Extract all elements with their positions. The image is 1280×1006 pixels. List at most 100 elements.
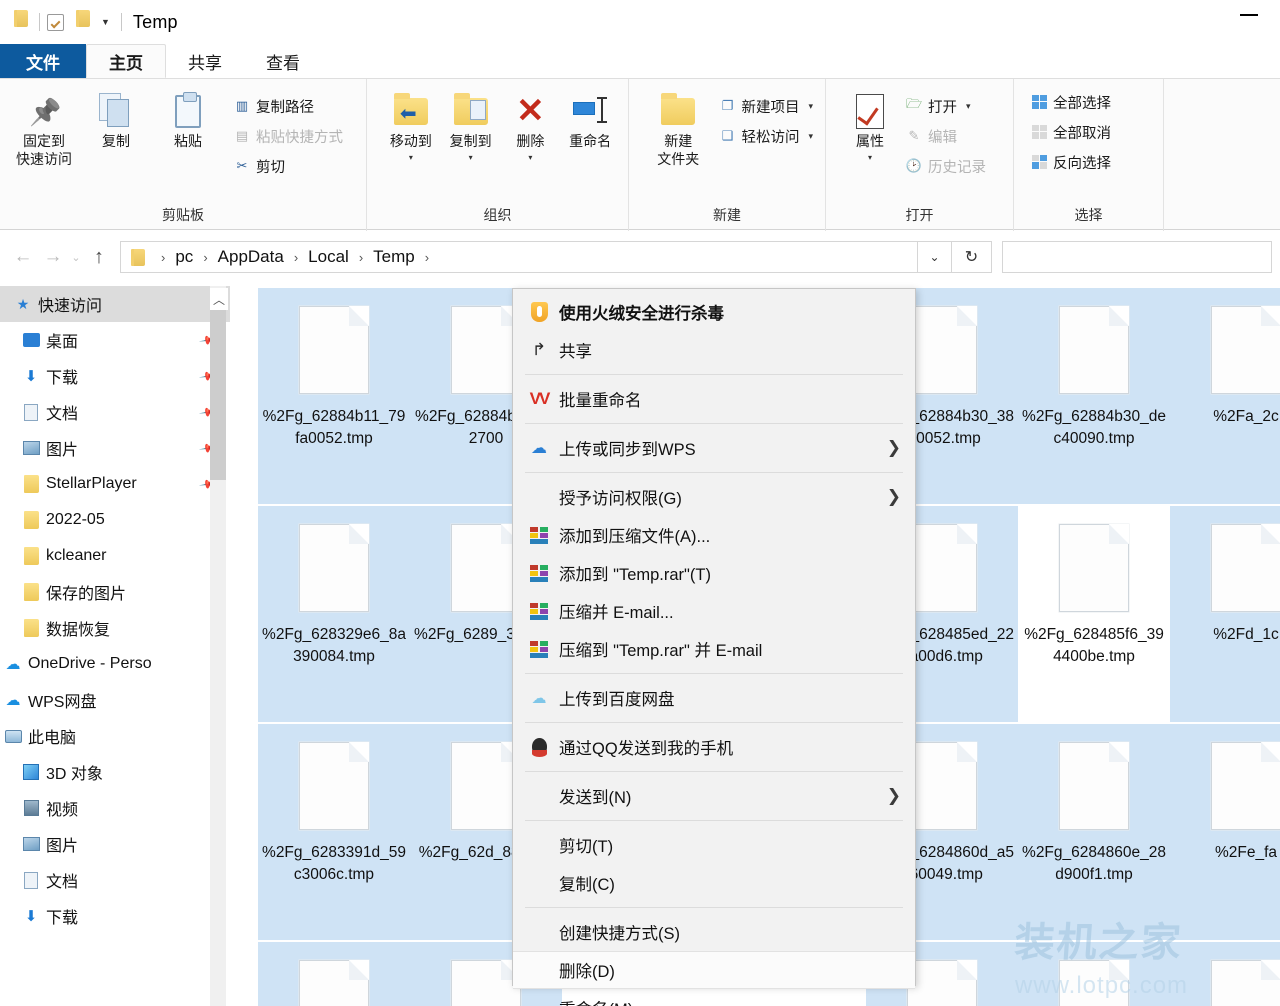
context-menu-item-2[interactable]: VV 批量重命名 [513,380,915,418]
cut-button[interactable]: ✂ 剪切 [230,151,347,181]
sidebar-item-7[interactable]: kcleaner [0,538,230,574]
easy-access-button[interactable]: ❑ 轻松访问 ▾ [715,121,817,151]
file-tile-partial[interactable] [1170,942,1280,1006]
sidebar-item-8[interactable]: 保存的图片 [0,574,230,610]
chevron-down-icon[interactable]: ▾ [808,101,813,112]
copy-button[interactable]: 复制 [80,85,152,151]
context-menu-item-3[interactable]: ☁ 上传或同步到WPS ❯ [513,429,915,467]
chevron-down-icon-2[interactable]: ▾ [469,153,473,163]
move-to-button[interactable]: ⬅ 移动到 ▾ [381,85,441,163]
new-item-button[interactable]: ❐ 新建项目 ▾ [715,91,817,121]
context-menu-item-16[interactable]: 重命名(M) [513,989,915,1006]
file-tile[interactable]: %2Fd_1c [1170,506,1280,722]
context-menu-item-14[interactable]: 创建快捷方式(S) [513,913,915,951]
sidebar-item-10[interactable]: ☁ OneDrive - Perso [0,646,230,682]
chevron-down-icon-2[interactable]: ▾ [966,101,971,112]
properties-button[interactable]: 属性 ▾ [840,85,900,163]
sidebar-item-4[interactable]: 图片 📌 [0,430,230,466]
chevron-right-icon[interactable]: ❯ [887,786,901,806]
sidebar-item-2[interactable]: ⬇ 下载 📌 [0,358,230,394]
context-menu-item-9[interactable]: ☁ 上传到百度网盘 [513,679,915,717]
breadcrumb-item-temp[interactable]: Temp [371,247,417,267]
up-button[interactable]: ↑ [84,242,114,272]
pin-to-quick-access-button[interactable]: 固定到 快速访问 [8,85,80,168]
breadcrumb[interactable]: › pc › AppData › Local › Temp › [120,241,918,273]
file-tile[interactable]: %2Fg_62884b11_79fa0052.tmp [258,288,410,504]
file-tile[interactable]: %2Fg_628329e6_8a390084.tmp [258,506,410,722]
file-tile-partial[interactable] [1018,942,1170,1006]
minimize-button[interactable] [1240,14,1258,16]
paste-button[interactable]: 粘贴 [152,85,224,151]
sidebar-item-5[interactable]: StellarPlayer 📌 [0,466,230,502]
context-menu-item-6[interactable]: 添加到 "Temp.rar"(T) [513,554,915,592]
file-tile[interactable]: %2Fg_62884b30_dec40090.tmp [1018,288,1170,504]
select-all-button[interactable]: 全部选择 [1028,87,1115,117]
sidebar-item-6[interactable]: 2022-05 [0,502,230,538]
sidebar-item-9[interactable]: 数据恢复 [0,610,230,646]
sidebar-item-13[interactable]: 3D 对象 [0,754,230,790]
breadcrumb-item-pc[interactable]: pc [173,247,195,267]
breadcrumb-item-local[interactable]: Local [306,247,351,267]
tab-share[interactable]: 共享 [166,44,244,78]
context-menu-item-4[interactable]: 授予访问权限(G) ❯ [513,478,915,516]
rename-button[interactable]: 重命名 [560,85,620,151]
copy-to-button[interactable]: 复制到 ▾ [441,85,501,163]
sidebar-item-15[interactable]: 图片 [0,826,230,862]
file-tile[interactable]: %2Fa_2c [1170,288,1280,504]
context-menu-item-13[interactable]: 复制(C) [513,864,915,902]
breadcrumb-item-appdata[interactable]: AppData [216,247,286,267]
sidebar-item-0[interactable]: ★ 快速访问 [0,286,230,322]
sidebar-item-17[interactable]: ⬇ 下载 [0,898,230,934]
edit-button[interactable]: ✎ 编辑 [902,121,990,151]
context-menu[interactable]: 使用火绒安全进行杀毒 ↱ 共享 VV 批量重命名 ☁ 上传或同步到WPS ❯ 授予访问权限(G)… [512,288,916,1006]
context-menu-item-10[interactable]: 通过QQ发送到我的手机 [513,728,915,766]
tab-file[interactable]: 文件 [0,44,86,78]
sidebar-item-12[interactable]: 此电脑 [0,718,230,754]
file-tile[interactable]: %2Fg_628485f6_394400be.tmp [1018,506,1170,722]
sidebar-item-14[interactable]: 视频 [0,790,230,826]
file-tile[interactable]: %2Fg_6283391d_59c3006c.tmp [258,724,410,940]
open-button[interactable]: 🗁 打开 ▾ [902,91,990,121]
copy-path-button[interactable]: ▥ 复制路径 [230,91,347,121]
back-button[interactable]: ← [8,242,38,272]
invert-selection-button[interactable]: 反向选择 [1028,147,1115,177]
context-menu-item-12[interactable]: 剪切(T) [513,826,915,864]
file-tile-partial[interactable] [258,942,410,1006]
paste-shortcut-button[interactable]: ▤ 粘贴快捷方式 [230,121,347,151]
sidebar-item-11[interactable]: ☁ WPS网盘 [0,682,230,718]
context-menu-item-15[interactable]: 删除(D) [513,951,915,989]
delete-button[interactable]: ✕ 删除 ▾ [501,85,561,163]
chevron-down-icon[interactable]: ▾ [409,153,413,163]
history-button[interactable]: 🕑 历史记录 [902,151,990,181]
sidebar-item-1[interactable]: 桌面 📌 [0,322,230,358]
refresh-button[interactable]: ↻ [952,241,992,273]
chevron-right-icon[interactable]: ❯ [887,487,901,507]
tab-home[interactable]: 主页 [86,44,166,78]
file-tile[interactable]: %2Fe_fa [1170,724,1280,940]
folder-icon-2[interactable] [72,10,94,34]
forward-button[interactable]: → [38,242,68,272]
context-menu-item-8[interactable]: 压缩到 "Temp.rar" 并 E-mail [513,630,915,668]
file-tile[interactable]: %2Fg_6284860e_28d900f1.tmp [1018,724,1170,940]
tab-view[interactable]: 查看 [244,44,322,78]
chevron-down-icon[interactable]: ▾ [868,153,872,163]
chevron-down-icon-2[interactable]: ▾ [808,131,813,142]
chevron-right-icon[interactable]: ❯ [887,438,901,458]
checkbox-icon[interactable] [47,13,64,31]
chevron-up-icon[interactable]: ︿ [210,288,228,310]
context-menu-item-1[interactable]: ↱ 共享 [513,331,915,369]
sidebar-scrollbar-thumb[interactable] [210,300,226,480]
recent-locations-button[interactable]: ⌄ [68,242,84,272]
select-none-button[interactable]: 全部取消 [1028,117,1115,147]
address-dropdown-button[interactable]: ⌄ [918,241,952,273]
sidebar-item-3[interactable]: 文档 📌 [0,394,230,430]
context-menu-item-11[interactable]: 发送到(N) ❯ [513,777,915,815]
context-menu-item-0[interactable]: 使用火绒安全进行杀毒 [513,293,915,331]
search-input[interactable] [1002,241,1272,273]
context-menu-item-7[interactable]: 压缩并 E-mail... [513,592,915,630]
context-menu-item-5[interactable]: 添加到压缩文件(A)... [513,516,915,554]
sidebar-item-16[interactable]: 文档 [0,862,230,898]
chevron-down-icon-3[interactable]: ▾ [528,153,532,163]
new-folder-button[interactable]: 新建 文件夹 [645,85,711,168]
chevron-down-icon[interactable]: ▼ [101,17,110,27]
